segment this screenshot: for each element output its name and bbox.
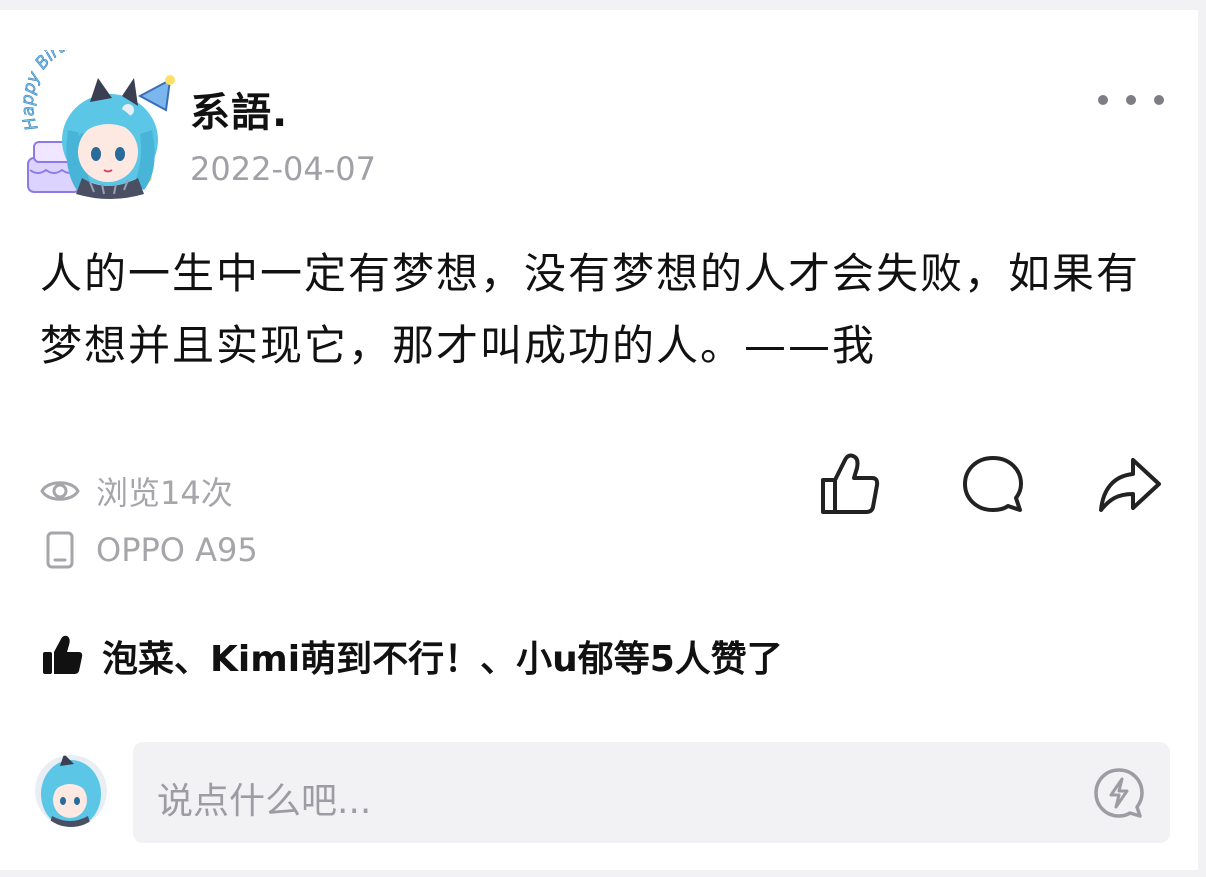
likes-summary[interactable]: 泡菜、Kimi萌到不行！、小u郁等5人赞了 — [40, 630, 783, 682]
author-name[interactable]: 系語. — [190, 80, 288, 138]
page-edge — [1198, 10, 1206, 870]
more-dot — [1126, 95, 1136, 105]
more-dot — [1154, 95, 1164, 105]
emoji-button[interactable] — [1092, 766, 1146, 820]
device-info: OPPO A95 — [40, 530, 258, 570]
share-arrow-icon — [1099, 458, 1161, 512]
more-dots-icon — [1098, 95, 1108, 105]
more-options-button[interactable] — [1098, 86, 1164, 114]
share-button[interactable] — [1095, 450, 1165, 520]
thumbs-up-filled-icon — [43, 635, 83, 674]
post-card: Happy Birthday — [0, 10, 1198, 870]
thumbs-up-icon — [821, 453, 880, 514]
post-content: 人的一生中一定有梦想，没有梦想的人才会失败，如果有梦想并且实现它，那才叫成功的人… — [40, 249, 1141, 370]
comment-placeholder: 说点什么吧... — [157, 781, 372, 822]
eye-icon — [40, 481, 80, 501]
emoji-lightning-icon — [1094, 768, 1144, 818]
comment-bubble-icon — [963, 456, 1023, 512]
post-date: 2022-04-07 — [190, 150, 376, 188]
author-avatar[interactable]: Happy Birthday — [17, 29, 175, 200]
comment-input[interactable]: 说点什么吧... — [133, 742, 1170, 843]
phone-icon — [46, 531, 74, 569]
likes-text: 泡菜、Kimi萌到不行！、小u郁等5人赞了 — [102, 639, 783, 680]
views-count: 浏览14次 — [40, 468, 233, 514]
my-avatar[interactable] — [34, 754, 108, 828]
views-text: 浏览14次 — [96, 474, 233, 512]
like-button[interactable] — [815, 450, 885, 520]
device-text: OPPO A95 — [96, 531, 258, 569]
comment-button[interactable] — [958, 450, 1028, 520]
